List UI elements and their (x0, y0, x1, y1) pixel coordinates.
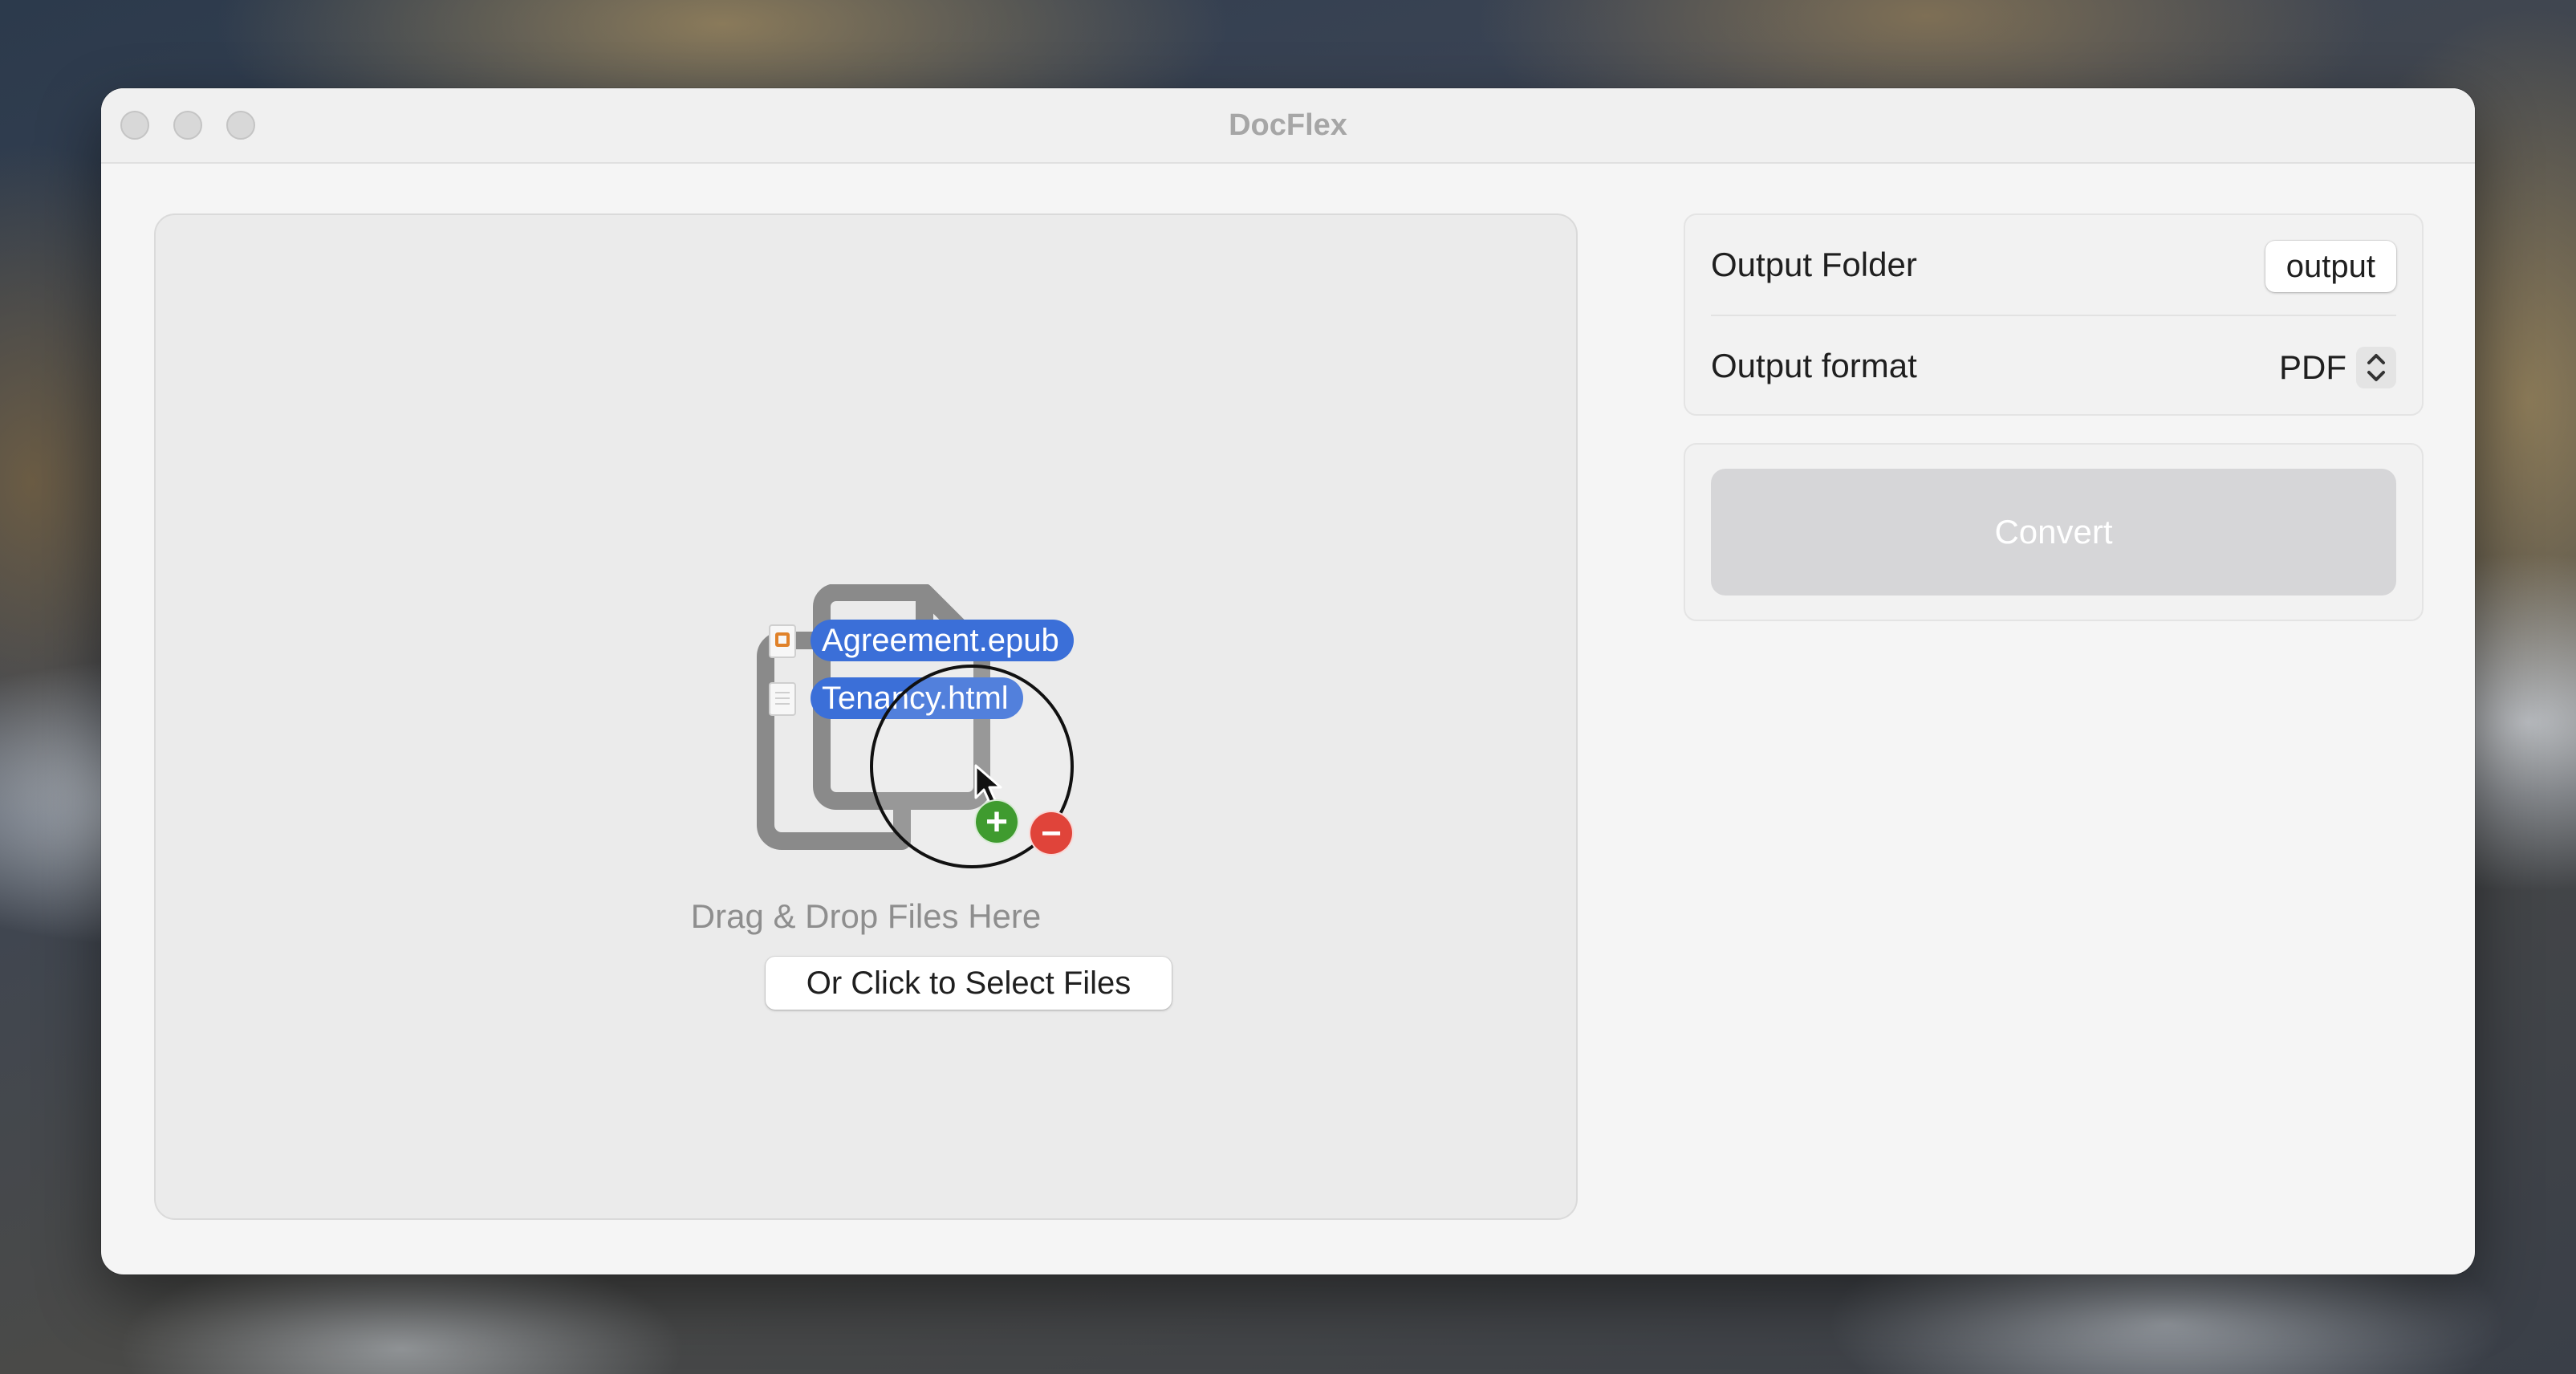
dragged-file-name: Agreement.epub (811, 620, 1074, 661)
epub-file-icon (769, 624, 796, 658)
window-title: DocFlex (1229, 108, 1347, 142)
output-folder-label: Output Folder (1711, 246, 1917, 283)
output-format-select[interactable]: PDF (2279, 345, 2396, 390)
html-file-icon (769, 682, 796, 716)
minus-badge-icon: − (1029, 811, 1074, 856)
output-settings-card: Output Folder output Output format PDF (1684, 213, 2424, 416)
output-folder-button[interactable]: output (2265, 241, 2396, 292)
drag-drop-label: Drag & Drop Files Here (690, 897, 1042, 935)
convert-card: Convert (1684, 443, 2424, 621)
plus-badge-icon: + (974, 799, 1019, 844)
app-window: DocFlex Drag & Drop Files Here Or Click … (101, 88, 2475, 1274)
title-bar: DocFlex (101, 88, 2475, 164)
convert-button[interactable]: Convert (1711, 469, 2396, 596)
select-files-button[interactable]: Or Click to Select Files (766, 957, 1172, 1010)
output-format-value: PDF (2279, 348, 2346, 386)
up-down-chevron-icon[interactable] (2356, 347, 2396, 388)
output-format-label: Output format (1711, 347, 1917, 384)
output-folder-row: Output Folder output (1711, 215, 2396, 316)
output-format-row: Output format PDF (1711, 316, 2396, 416)
